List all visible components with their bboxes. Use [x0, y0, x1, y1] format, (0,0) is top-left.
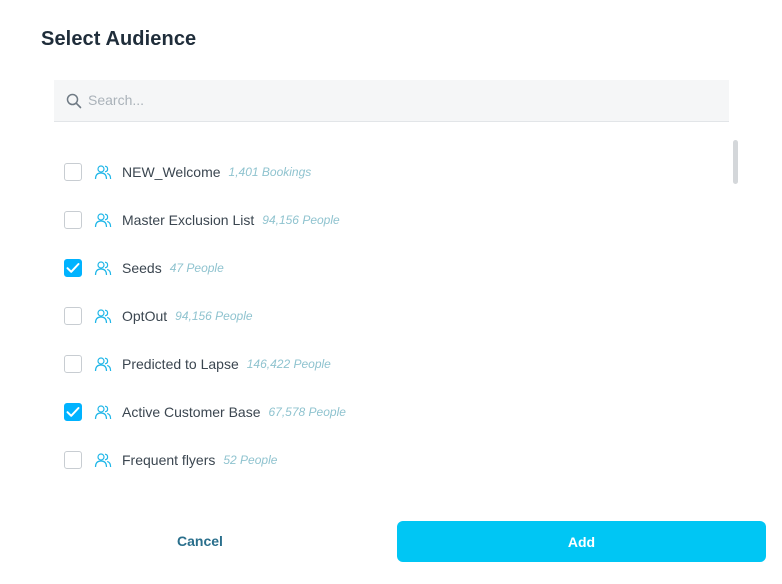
cancel-button[interactable]: Cancel: [130, 521, 270, 561]
audience-item-seeds[interactable]: Seeds 47 People: [64, 256, 224, 280]
audience-item-active-customer-base[interactable]: Active Customer Base 67,578 People: [64, 400, 346, 424]
dialog-title: Select Audience: [41, 28, 197, 50]
search-icon: [66, 93, 82, 109]
audience-item-predicted-to-lapse[interactable]: Predicted to Lapse 146,422 People: [64, 352, 331, 376]
audience-name: Seeds: [122, 260, 162, 276]
audience-count: 94,156 People: [175, 309, 253, 323]
people-icon: [94, 309, 112, 324]
check-icon: [66, 407, 80, 417]
audience-count: 52 People: [223, 453, 278, 467]
people-icon: [94, 357, 112, 372]
checkbox-checked[interactable]: [64, 403, 82, 421]
audience-name: Frequent flyers: [122, 452, 216, 468]
audience-count: 47 People: [169, 261, 224, 275]
people-icon: [94, 213, 112, 228]
checkbox[interactable]: [64, 307, 82, 325]
audience-item-master-exclusion-list[interactable]: Master Exclusion List 94,156 People: [64, 208, 340, 232]
search-box[interactable]: [54, 80, 729, 122]
people-icon: [94, 405, 112, 420]
select-audience-dialog: Select Audience NEW_Welcome 1,401 Bookin…: [0, 0, 782, 584]
audience-item-optout[interactable]: OptOut 94,156 People: [64, 304, 253, 328]
audience-count: 1,401 Bookings: [228, 165, 312, 179]
audience-name: NEW_Welcome: [122, 164, 221, 180]
people-icon: [94, 165, 112, 180]
checkbox[interactable]: [64, 211, 82, 229]
add-button[interactable]: Add: [397, 521, 766, 562]
audience-item-frequent-flyers[interactable]: Frequent flyers 52 People: [64, 448, 277, 472]
checkbox[interactable]: [64, 451, 82, 469]
scrollbar-thumb[interactable]: [733, 140, 738, 184]
people-icon: [94, 453, 112, 468]
people-icon: [94, 261, 112, 276]
audience-list[interactable]: NEW_Welcome 1,401 Bookings Master Exclus…: [54, 140, 744, 490]
audience-name: Active Customer Base: [122, 404, 261, 420]
audience-count: 94,156 People: [262, 213, 340, 227]
audience-item-new-welcome[interactable]: NEW_Welcome 1,401 Bookings: [64, 160, 311, 184]
audience-name: Predicted to Lapse: [122, 356, 239, 372]
checkbox[interactable]: [64, 163, 82, 181]
audience-name: Master Exclusion List: [122, 212, 255, 228]
search-input[interactable]: [88, 80, 708, 120]
check-icon: [66, 263, 80, 273]
audience-count: 146,422 People: [246, 357, 331, 371]
checkbox-checked[interactable]: [64, 259, 82, 277]
audience-name: OptOut: [122, 308, 168, 324]
audience-count: 67,578 People: [268, 405, 346, 419]
checkbox[interactable]: [64, 355, 82, 373]
